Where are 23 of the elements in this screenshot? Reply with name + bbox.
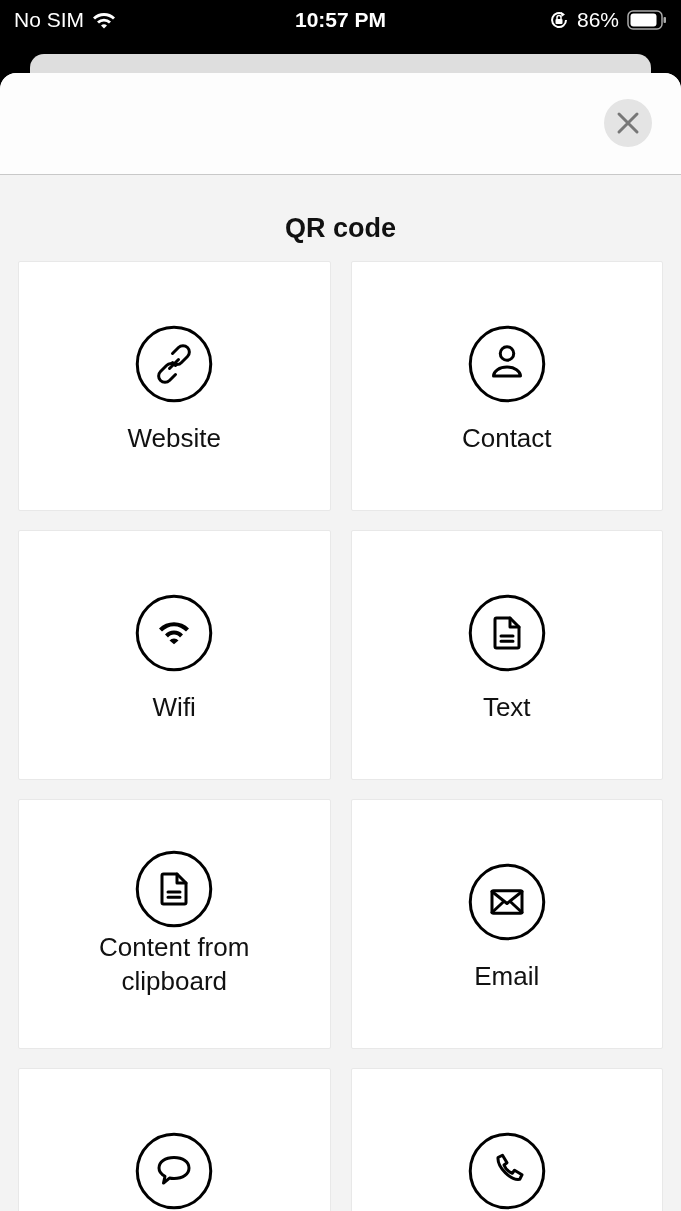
- option-tile[interactable]: Content from clipboard: [18, 799, 331, 1049]
- rotation-lock-icon: [548, 9, 569, 30]
- person-icon: [467, 325, 546, 403]
- carrier-text: No SIM: [14, 7, 84, 33]
- option-tile[interactable]: Text: [350, 530, 663, 780]
- close-button[interactable]: [604, 99, 652, 147]
- battery-percentage: 86%: [576, 7, 619, 33]
- close-icon: [616, 111, 640, 135]
- wifi-icon: [135, 594, 214, 672]
- link-icon: [135, 325, 214, 403]
- document-icon: [467, 594, 546, 672]
- option-tile[interactable]: Contact: [350, 261, 663, 511]
- document-icon: [135, 850, 214, 928]
- battery-icon: [627, 9, 667, 30]
- phone-icon: [467, 1132, 546, 1210]
- option-tile[interactable]: Wifi: [18, 530, 331, 780]
- wifi-signal-icon: [92, 10, 116, 29]
- speech-bubble-icon: [135, 1132, 214, 1210]
- option-tile[interactable]: Email: [350, 799, 663, 1049]
- option-tile[interactable]: Website: [18, 261, 331, 511]
- envelope-icon: [467, 863, 546, 941]
- sheet-title: QR code: [284, 212, 397, 244]
- clock-time: 10:57 PM: [294, 7, 386, 33]
